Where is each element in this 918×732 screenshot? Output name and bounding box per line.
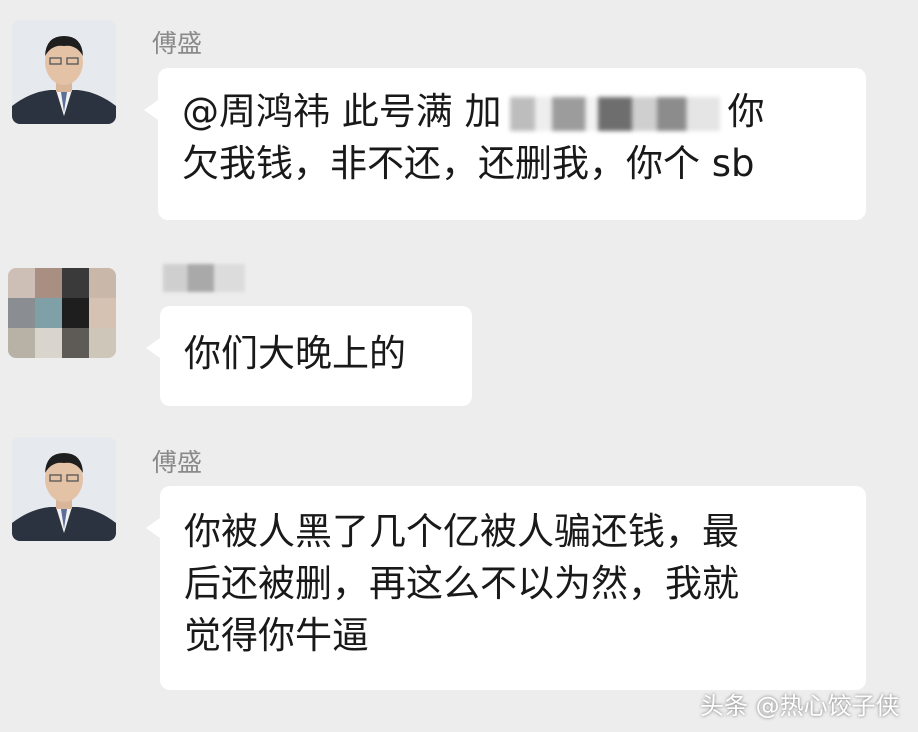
message-bubble[interactable]: @周鸿祎 此号满 加你 欠我钱，非不还，还删我，你个 sb (144, 68, 866, 220)
sender-avatar[interactable] (12, 20, 116, 124)
sender-name: 傅盛 (152, 29, 203, 58)
portrait-icon (12, 20, 116, 124)
sender-name: 傅盛 (152, 448, 203, 477)
message-line: 欠我钱，非不还，还删我，你个 sb (182, 142, 755, 185)
blurred-avatar-icon[interactable] (8, 268, 116, 358)
message-line: @周鸿祎 此号满 加你 (182, 90, 765, 133)
message-line: 你们大晚上的 (184, 332, 406, 375)
message-line: 后还被删，再这么不以为然，我就 (184, 562, 739, 605)
watermark: 头条 @热心饺子侠 (700, 692, 900, 720)
message-bubble[interactable]: 你们大晚上的 (146, 306, 472, 406)
message-line: 你被人黑了几个亿被人骗还钱，最 (184, 510, 739, 553)
message-bubble[interactable]: 你被人黑了几个亿被人骗还钱，最 后还被删，再这么不以为然，我就 觉得你牛逼 (146, 486, 866, 690)
portrait-icon (12, 437, 116, 541)
message-line: 觉得你牛逼 (184, 614, 369, 657)
redacted-text (509, 96, 720, 131)
sender-avatar[interactable] (12, 437, 116, 541)
redacted-sender-name (163, 264, 245, 292)
